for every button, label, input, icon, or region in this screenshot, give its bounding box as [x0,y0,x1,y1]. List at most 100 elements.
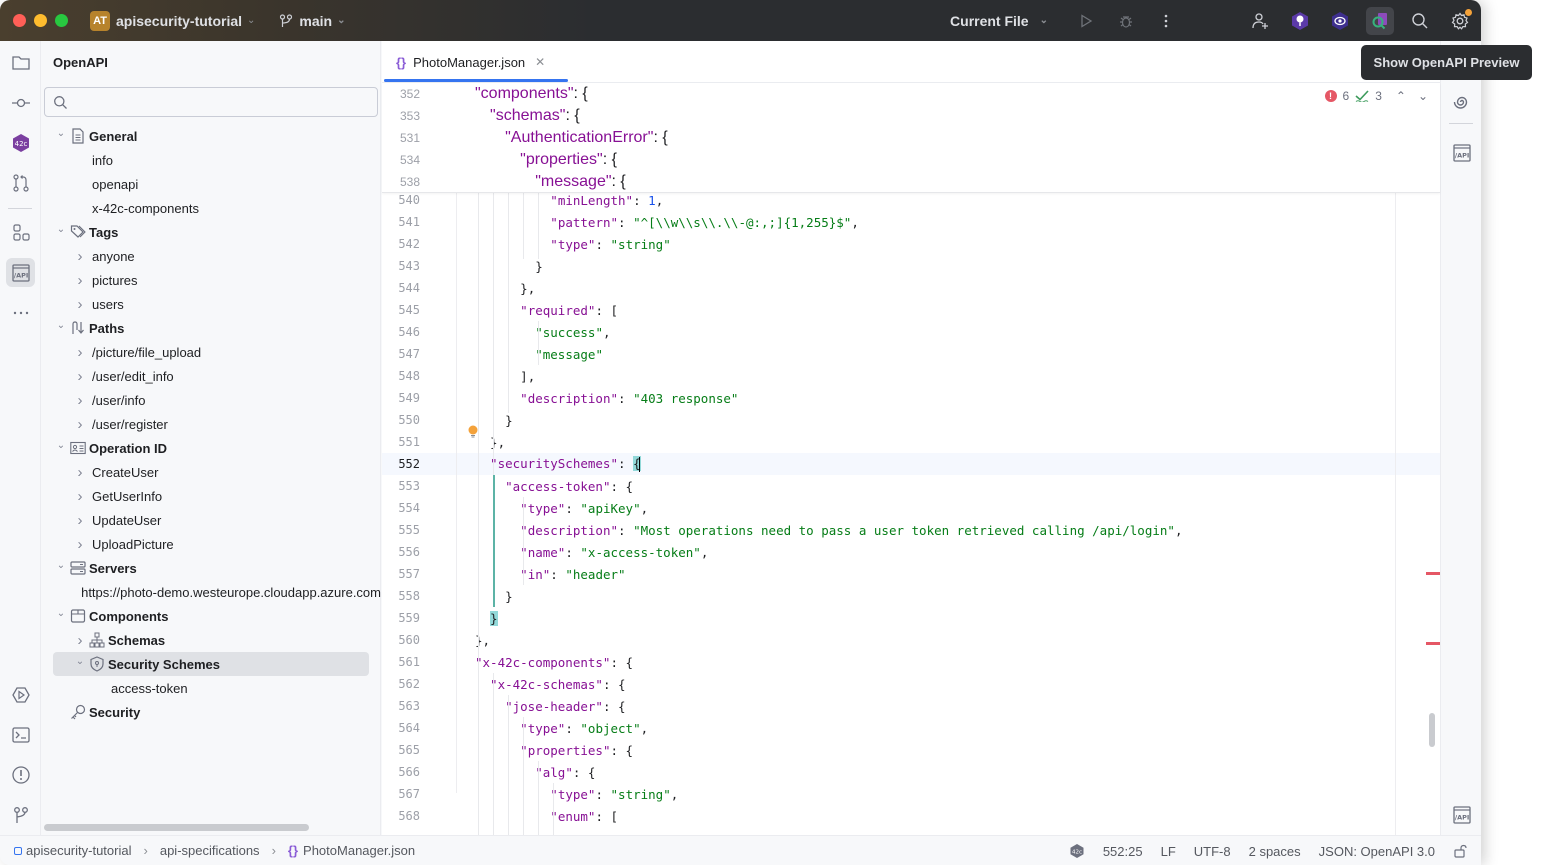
code-line[interactable]: 561 "x-42c-components": { [382,651,1440,673]
chevron-down-icon[interactable]: ⌄ [53,608,69,619]
line-number[interactable]: 534 [382,153,420,167]
code-line[interactable]: 352 "components": { [382,83,1440,105]
code-line[interactable]: 560}, [382,629,1440,651]
line-number[interactable]: 541 [382,215,420,229]
project-avatar[interactable]: AT [90,10,110,31]
inspection-widget[interactable]: ! 6 3 ⌃ ⌄ [1324,89,1428,103]
unlock-icon[interactable] [1453,844,1467,858]
chevron-down-icon[interactable]: ⌄ [53,560,69,571]
chevron-right-icon[interactable]: › [72,272,88,289]
tree-item-schemas[interactable]: › Schemas [41,628,381,652]
lightbulb-icon[interactable] [468,425,478,438]
minimize-window-button[interactable] [34,14,47,27]
openapi-preview-tool-button[interactable]: /API [1447,138,1476,167]
chevron-right-icon[interactable]: › [72,464,88,481]
pull-requests-tool-button[interactable] [6,168,35,197]
previous-highlight-icon[interactable]: ⌃ [1396,89,1406,103]
chevron-down-icon[interactable]: ⌄ [53,320,69,331]
line-number[interactable]: 546 [382,325,420,339]
code-line[interactable]: 568 "enum": [ [382,805,1440,827]
line-number[interactable]: 558 [382,589,420,603]
code-line[interactable]: 558} [382,585,1440,607]
chevron-down-icon[interactable]: ⌄ [53,128,69,139]
maximize-window-button[interactable] [55,14,68,27]
tree-item-updateuser[interactable]: › UpdateUser [41,508,381,532]
line-number[interactable]: 560 [382,633,420,647]
code-line[interactable]: 548], [382,365,1440,387]
code-line[interactable]: 546 "success", [382,321,1440,343]
line-number[interactable]: 543 [382,259,420,273]
code-line[interactable]: 353 "schemas": { [382,105,1440,127]
code-line[interactable]: 542 "type": "string" [382,233,1440,255]
code-line[interactable]: 556 "name": "x-access-token", [382,541,1440,563]
tree-item-anyone[interactable]: › anyone [41,244,381,268]
line-number[interactable]: 550 [382,413,420,427]
tree-item-pictures[interactable]: › pictures [41,268,381,292]
code-line[interactable]: 544}, [382,277,1440,299]
code-line[interactable]: 538 "message": { [382,171,1440,193]
search-everywhere-button[interactable] [1406,7,1434,35]
chevron-down-icon[interactable]: ⌄ [72,656,88,667]
line-number[interactable]: 540 [382,193,420,207]
tree-item-tags[interactable]: ⌄ Tags [41,220,381,244]
services-tool-button[interactable] [6,680,35,709]
debug-button[interactable] [1112,7,1140,35]
line-ending[interactable]: LF [1161,844,1176,859]
tree-item-operation-id[interactable]: ⌄ Operation ID [41,436,381,460]
breadcrumb-item-project[interactable]: apisecurity-tutorial [26,843,132,858]
terminal-tool-button[interactable] [6,720,35,749]
code-with-me-button[interactable] [1246,7,1274,35]
code-line[interactable]: 551}, [382,431,1440,453]
tree-item-general[interactable]: ⌄ General [41,124,381,148]
line-number[interactable]: 552 [382,457,420,471]
git-tool-button[interactable] [6,800,35,829]
line-number[interactable]: 564 [382,721,420,735]
breadcrumb-item-folder[interactable]: api-specifications [160,843,260,858]
chevron-down-icon[interactable]: ⌄ [53,440,69,451]
code-line[interactable]: 552 "securitySchemes": { [382,453,1440,475]
code-line[interactable]: 564 "type": "object", [382,717,1440,739]
structure-tool-button[interactable] [6,218,35,247]
code-line[interactable]: 550} [382,409,1440,431]
error-stripe-mark[interactable] [1426,572,1440,575]
chevron-right-icon[interactable]: › [72,632,88,649]
tree-item-paths[interactable]: ⌄ Paths [41,316,381,340]
line-number[interactable]: 353 [382,109,420,123]
tree-item-https-photo-demo-westeurope-cloudapp-azure-com[interactable]: https://photo-demo.westeurope.cloudapp.a… [41,580,381,604]
line-number[interactable]: 549 [382,391,420,405]
chevron-right-icon[interactable]: › [72,488,88,505]
line-number[interactable]: 562 [382,677,420,691]
tree-item-x-42c-components[interactable]: x-42c-components [41,196,381,220]
tree-item-security[interactable]: Security [41,700,381,724]
line-number[interactable]: 557 [382,567,420,581]
line-number[interactable]: 553 [382,479,420,493]
code-line[interactable]: 534 "properties": { [382,149,1440,171]
code-line[interactable]: 567 "type": "string", [382,783,1440,805]
chevron-right-icon[interactable]: › [72,512,88,529]
code-line[interactable]: 541 "pattern": "^[\\w\\s\\.\\-@:,;]{1,255… [382,211,1440,233]
chevron-down-icon[interactable]: ⌄ [53,224,69,235]
indent-setting[interactable]: 2 spaces [1249,844,1301,859]
line-number[interactable]: 567 [382,787,420,801]
openapi-endpoints-tool-button[interactable]: /API [1447,800,1476,829]
tree-item-getuserinfo[interactable]: › GetUserInfo [41,484,381,508]
tree-item-user-register[interactable]: ›/user/register [41,412,381,436]
tree-item-components[interactable]: ⌄ Components [41,604,381,628]
tree-item-openapi[interactable]: openapi [41,172,381,196]
tree-item-user-info[interactable]: ›/user/info [41,388,381,412]
project-tool-button[interactable] [6,48,35,77]
chevron-right-icon[interactable]: › [72,392,88,409]
line-number[interactable]: 538 [382,175,420,189]
line-number[interactable]: 568 [382,809,420,823]
42crunch-scan-button[interactable] [1326,7,1354,35]
error-stripe-mark[interactable] [1426,642,1440,645]
42crunch-status-icon[interactable]: 42c [1069,843,1085,859]
settings-button[interactable] [1446,7,1474,35]
42crunch-tool-button[interactable]: 42c [6,128,35,157]
tree-item-access-token[interactable]: access-token [41,676,381,700]
commit-tool-button[interactable] [6,88,35,117]
tree-item-security-schemes[interactable]: ⌄ Security Schemes [53,652,369,676]
panel-horizontal-scrollbar[interactable] [44,824,309,831]
code-line[interactable]: 545 "required": [ [382,299,1440,321]
tree-item-uploadpicture[interactable]: › UploadPicture [41,532,381,556]
